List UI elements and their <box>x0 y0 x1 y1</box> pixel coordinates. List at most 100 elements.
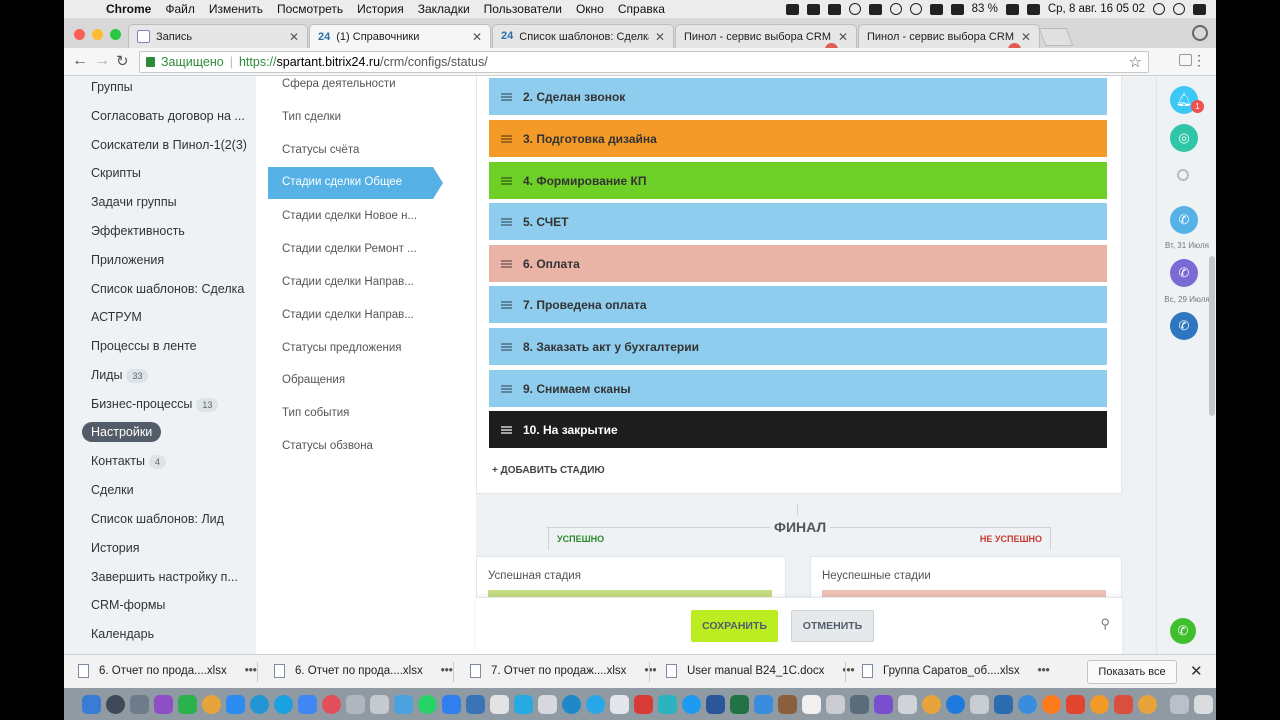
app-icon[interactable] <box>658 694 677 714</box>
download-item[interactable]: Группа Саратов_об....xlsx ••• <box>862 664 1050 678</box>
menu-window[interactable]: Окно <box>576 2 604 16</box>
close-icon[interactable]: ✕ <box>1021 30 1031 44</box>
drag-handle-icon[interactable] <box>501 259 512 268</box>
close-icon[interactable]: ✕ <box>289 30 299 44</box>
settings-item[interactable]: Стадии сделки Новое н... <box>282 210 422 222</box>
menu-item-scripts[interactable]: Скрипты <box>91 166 141 180</box>
app-icon[interactable] <box>754 694 773 714</box>
stage-row[interactable]: 7. Проведена оплата <box>489 286 1107 323</box>
settings-item[interactable]: Обращения <box>282 374 422 386</box>
settings-item-active[interactable]: Стадии сделки Общее <box>268 167 443 199</box>
download-item[interactable]: 6. Отчет по прода....xlsx ••• <box>78 664 257 678</box>
status-icon[interactable] <box>868 3 882 15</box>
cancel-button[interactable]: ОТМЕНИТЬ <box>791 610 874 642</box>
app-icon[interactable] <box>1042 694 1061 714</box>
menu-item-leads[interactable]: Лиды 33 <box>91 368 149 383</box>
close-icon[interactable]: ✕ <box>472 30 482 44</box>
wifi-icon[interactable] <box>909 3 922 15</box>
clock-datetime[interactable]: Ср, 8 авг. 16 05 02 <box>1048 3 1145 15</box>
notification-center-icon[interactable] <box>1193 3 1206 15</box>
settings-item[interactable]: Стадии сделки Направ... <box>282 276 422 288</box>
menu-item-apps[interactable]: Приложения <box>91 253 164 267</box>
app-icon[interactable] <box>106 694 125 714</box>
menu-bookmarks[interactable]: Закладки <box>418 2 470 16</box>
call-contact-icon[interactable]: ✆ <box>1170 206 1198 234</box>
settings-item[interactable]: Стадии сделки Направ... <box>282 309 422 321</box>
stage-row[interactable]: 2. Сделан звонок <box>489 78 1107 115</box>
menu-users[interactable]: Пользователи <box>484 2 562 16</box>
tab-spravochniki[interactable]: 24 (1) Справочники ✕ <box>309 24 491 49</box>
app-icon[interactable] <box>610 694 629 714</box>
app-icon[interactable] <box>514 694 533 714</box>
stage-row[interactable]: 3. Подготовка дизайна <box>489 120 1107 157</box>
show-all-downloads-button[interactable]: Показать все <box>1087 660 1177 684</box>
menu-item-dogovor[interactable]: Согласовать договор на ... <box>91 109 245 123</box>
zoom-window-button[interactable] <box>110 29 121 40</box>
settings-item[interactable]: Статусы предложения <box>282 342 422 354</box>
save-button[interactable]: СОХРАНИТЬ <box>691 610 778 642</box>
menu-item-lead-templates[interactable]: Список шаблонов: Лид <box>91 512 224 526</box>
add-stage-link[interactable]: + ДОБАВИТЬ СТАДИЮ <box>492 465 605 476</box>
status-icon[interactable] <box>785 3 799 15</box>
drag-handle-icon[interactable] <box>501 176 512 185</box>
skype-icon[interactable] <box>274 694 293 714</box>
drag-handle-icon[interactable] <box>501 92 512 101</box>
call-contact-icon[interactable]: ✆ <box>1170 259 1198 287</box>
tab-shablony-sdelka[interactable]: 24 Список шаблонов: Сделка ✕ <box>492 24 674 48</box>
app-icon[interactable] <box>226 694 245 714</box>
status-icon[interactable] <box>806 3 820 15</box>
drag-handle-icon[interactable] <box>501 217 512 226</box>
status-icon[interactable] <box>827 3 841 15</box>
tab-pinol-2[interactable]: Пинол - сервис выбора CRM ✕ <box>858 24 1040 48</box>
more-icon[interactable]: ••• <box>441 665 453 677</box>
download-item[interactable]: 6. Отчет по прода....xlsx ••• <box>274 664 453 678</box>
app-icon[interactable] <box>466 694 485 714</box>
settings-item[interactable]: Тип сделки <box>282 111 422 123</box>
apple-icon[interactable] <box>78 2 90 16</box>
close-icon[interactable]: ✕ <box>655 30 665 44</box>
pin-icon[interactable]: ⚲ <box>1100 616 1110 632</box>
app-icon[interactable] <box>250 694 269 714</box>
messenger-icon[interactable]: ◎ <box>1170 124 1198 152</box>
more-icon[interactable]: ••• <box>245 665 257 677</box>
app-icon[interactable] <box>346 694 365 714</box>
tab-pinol-1[interactable]: Пинол - сервис выбора CRM ✕ <box>675 24 857 48</box>
app-icon[interactable] <box>994 694 1013 714</box>
app-icon[interactable] <box>826 694 845 714</box>
chrome-icon[interactable] <box>202 694 221 714</box>
download-item[interactable]: 7. Отчет по продаж....xlsx ••• <box>470 664 657 678</box>
close-window-button[interactable] <box>74 29 85 40</box>
app-icon[interactable] <box>1138 694 1157 714</box>
settings-item[interactable]: Статусы счёта <box>282 144 422 156</box>
app-icon[interactable] <box>562 694 581 714</box>
phone-icon[interactable]: ✆ <box>1170 618 1196 644</box>
menu-history[interactable]: История <box>357 2 404 16</box>
flag-icon[interactable] <box>1026 3 1040 15</box>
app-icon[interactable] <box>442 694 461 714</box>
search-icon[interactable] <box>1177 169 1189 181</box>
settings-item[interactable]: Тип события <box>282 407 422 419</box>
tab-zapis[interactable]: Запись ✕ <box>128 24 308 48</box>
close-icon[interactable]: ✕ <box>838 30 848 44</box>
app-icon[interactable] <box>1114 694 1133 714</box>
more-icon[interactable]: ••• <box>1038 665 1050 677</box>
menu-item-history[interactable]: История <box>91 541 139 555</box>
reload-icon[interactable]: ↻ <box>116 52 129 70</box>
status-icon[interactable] <box>848 3 861 15</box>
stage-row[interactable]: 9. Снимаем сканы <box>489 370 1107 407</box>
stage-row[interactable]: 6. Оплата <box>489 245 1107 282</box>
back-icon[interactable]: ← <box>72 52 88 70</box>
chrome-menu-icon[interactable]: ⋮ <box>1192 52 1206 69</box>
menu-item-deals[interactable]: Сделки <box>91 483 134 497</box>
more-icon[interactable]: ••• <box>644 665 656 677</box>
forward-icon[interactable]: → <box>94 52 110 70</box>
app-icon[interactable] <box>538 694 557 714</box>
menu-item-group-tasks[interactable]: Задачи группы <box>91 195 177 209</box>
drag-handle-icon[interactable] <box>501 134 512 143</box>
app-icon[interactable] <box>370 694 389 714</box>
excel-icon[interactable] <box>730 694 749 714</box>
bookmark-star-icon[interactable]: ☆ <box>1129 53 1142 71</box>
drag-handle-icon[interactable] <box>501 384 512 393</box>
drag-handle-icon[interactable] <box>501 342 512 351</box>
menu-item-efficiency[interactable]: Эффективность <box>91 224 185 238</box>
